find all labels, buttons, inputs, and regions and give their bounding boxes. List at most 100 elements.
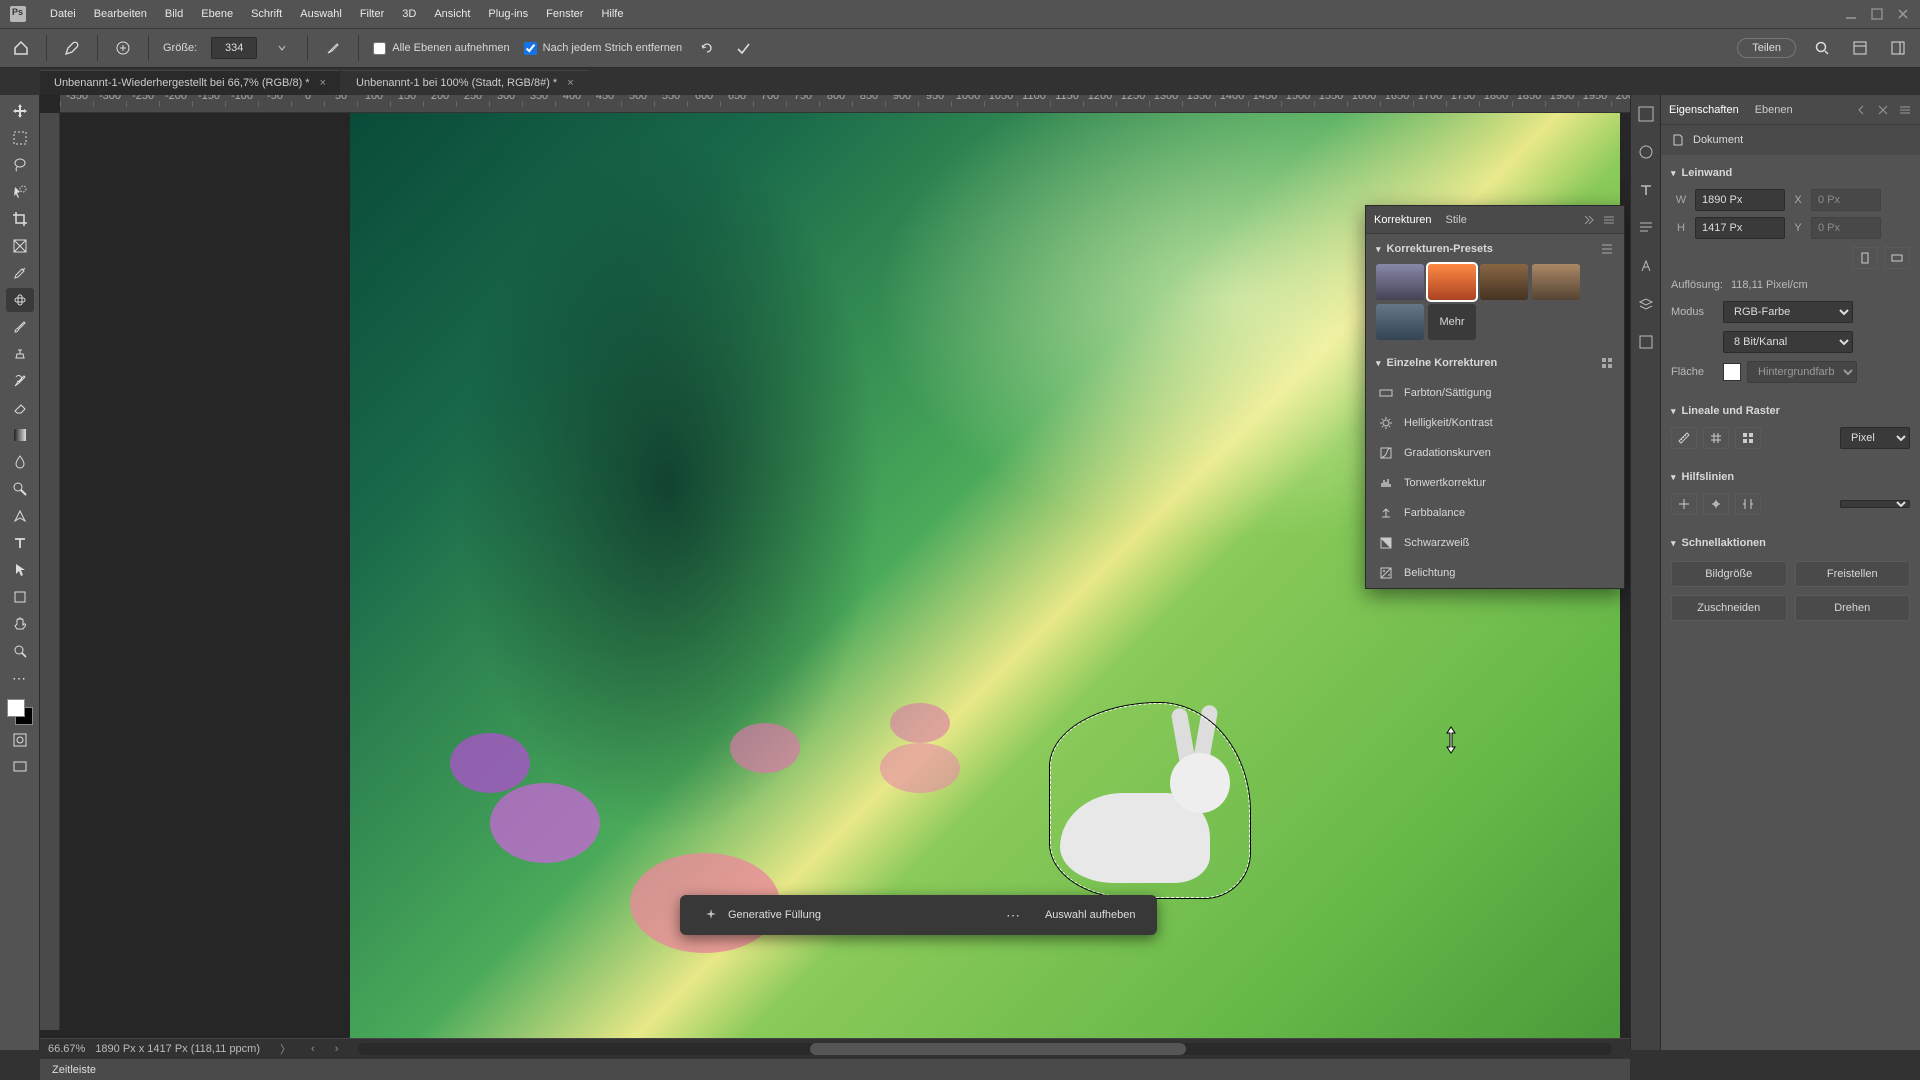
active-tool-icon[interactable] bbox=[61, 37, 83, 59]
ruler-unit-select[interactable]: Pixel bbox=[1840, 427, 1910, 449]
horizontal-ruler[interactable] bbox=[60, 95, 1630, 113]
fill-icon[interactable] bbox=[935, 906, 963, 924]
preset-thumb-5[interactable] bbox=[1376, 304, 1424, 340]
history-brush-tool-icon[interactable] bbox=[6, 369, 34, 393]
tab-eigenschaften[interactable]: Eigenschaften bbox=[1669, 104, 1739, 116]
window-close-icon[interactable] bbox=[1896, 7, 1910, 21]
menu-plugins[interactable]: Plug-ins bbox=[488, 8, 528, 20]
adj-levels[interactable]: Tonwertkorrektur bbox=[1366, 468, 1624, 498]
search-icon[interactable] bbox=[1810, 36, 1834, 60]
zoom-tool-icon[interactable] bbox=[6, 639, 34, 663]
preset-thumb-4[interactable] bbox=[1532, 264, 1580, 300]
collapsed-channels-icon[interactable] bbox=[1637, 333, 1655, 351]
size-dropdown-icon[interactable] bbox=[271, 37, 293, 59]
rotate-icon[interactable] bbox=[696, 37, 718, 59]
vertical-ruler[interactable] bbox=[40, 113, 60, 1030]
zoom-status[interactable]: 66.67% bbox=[48, 1043, 85, 1055]
share-button[interactable]: Teilen bbox=[1737, 38, 1796, 58]
adj-curves[interactable]: Gradationskurven bbox=[1366, 438, 1624, 468]
brush-select-icon[interactable] bbox=[839, 906, 867, 924]
pixel-grid-icon[interactable] bbox=[1735, 427, 1761, 449]
blur-tool-icon[interactable] bbox=[6, 450, 34, 474]
lasso-tool-icon[interactable] bbox=[6, 153, 34, 177]
pen-tool-icon[interactable] bbox=[6, 504, 34, 528]
collapsed-layers-icon[interactable] bbox=[1637, 295, 1655, 313]
guides-toggle-icon[interactable] bbox=[1671, 493, 1697, 515]
screen-mode-icon[interactable] bbox=[6, 755, 34, 779]
shape-tool-icon[interactable] bbox=[6, 585, 34, 609]
quick-trim[interactable]: Zuschneiden bbox=[1671, 595, 1787, 621]
clone-stamp-tool-icon[interactable] bbox=[6, 342, 34, 366]
panel-close-icon[interactable] bbox=[1876, 103, 1890, 117]
eraser-tool-icon[interactable] bbox=[6, 396, 34, 420]
crop-tool-icon[interactable] bbox=[6, 207, 34, 231]
quick-mask-icon[interactable] bbox=[6, 728, 34, 752]
adj-black-white[interactable]: Schwarzweiß bbox=[1366, 528, 1624, 558]
collapsed-swatches-icon[interactable] bbox=[1637, 143, 1655, 161]
menu-ansicht[interactable]: Ansicht bbox=[434, 8, 470, 20]
ruler-toggle-icon[interactable] bbox=[1671, 427, 1697, 449]
frame-tool-icon[interactable] bbox=[6, 234, 34, 258]
collapsed-color-icon[interactable] bbox=[1637, 105, 1655, 123]
tab-stile[interactable]: Stile bbox=[1445, 214, 1466, 226]
preset-thumb-2[interactable] bbox=[1428, 264, 1476, 300]
collapsed-glyphs-icon[interactable] bbox=[1637, 257, 1655, 275]
panel-collapse-icon[interactable] bbox=[1854, 103, 1868, 117]
adj-color-balance[interactable]: Farbbalance bbox=[1366, 498, 1624, 528]
commit-icon[interactable] bbox=[732, 37, 754, 59]
adjustments-icon[interactable] bbox=[967, 906, 995, 924]
panel-collapse-icon[interactable] bbox=[1580, 213, 1594, 227]
more-icon[interactable]: ⋯ bbox=[999, 906, 1027, 924]
tab-close-icon[interactable]: × bbox=[320, 77, 326, 89]
checkbox-all-layers[interactable]: Alle Ebenen aufnehmen bbox=[373, 42, 509, 55]
deselect-button[interactable]: Auswahl aufheben bbox=[1031, 901, 1150, 929]
timeline-tab[interactable]: Zeitleiste bbox=[40, 1058, 1630, 1080]
smart-guides-icon[interactable] bbox=[1703, 493, 1729, 515]
menu-auswahl[interactable]: Auswahl bbox=[300, 8, 342, 20]
tab-ebenen[interactable]: Ebenen bbox=[1755, 104, 1793, 116]
doc-info-dropdown-icon[interactable]: 〉 bbox=[280, 1041, 291, 1057]
orientation-landscape-icon[interactable] bbox=[1884, 247, 1910, 269]
menu-filter[interactable]: Filter bbox=[360, 8, 384, 20]
panel-menu-icon[interactable] bbox=[1602, 213, 1616, 227]
brush-add-icon[interactable] bbox=[112, 37, 134, 59]
section-quick-actions[interactable]: ▾Schnellaktionen bbox=[1671, 531, 1910, 555]
menu-hilfe[interactable]: Hilfe bbox=[601, 8, 623, 20]
tab-korrekturen[interactable]: Korrekturen bbox=[1374, 214, 1431, 226]
grid-view-icon[interactable] bbox=[1600, 356, 1614, 370]
section-leinwand[interactable]: ▾Leinwand bbox=[1671, 161, 1910, 185]
color-mode-select[interactable]: RGB-Farbe bbox=[1723, 301, 1853, 323]
home-button[interactable] bbox=[10, 37, 32, 59]
quick-image-size[interactable]: Bildgröße bbox=[1671, 561, 1787, 587]
preset-more-button[interactable]: Mehr bbox=[1428, 304, 1476, 340]
guide-style-select[interactable] bbox=[1840, 500, 1910, 508]
preset-thumb-3[interactable] bbox=[1480, 264, 1528, 300]
menu-datei[interactable]: Datei bbox=[50, 8, 76, 20]
brush-settings-icon[interactable] bbox=[322, 37, 344, 59]
tab-document-1[interactable]: Unbenannt-1-Wiederhergestellt bei 66,7% … bbox=[40, 70, 340, 95]
adj-brightness-contrast[interactable]: Helligkeit/Kontrast bbox=[1366, 408, 1624, 438]
nav-next-icon[interactable]: › bbox=[335, 1043, 339, 1055]
color-swatches[interactable] bbox=[7, 699, 33, 725]
workspace-icon[interactable] bbox=[1848, 36, 1872, 60]
list-view-icon[interactable] bbox=[1600, 242, 1614, 256]
collapsed-paragraph-icon[interactable] bbox=[1637, 219, 1655, 237]
horizontal-scrollbar[interactable] bbox=[358, 1043, 1612, 1055]
hand-tool-icon[interactable] bbox=[6, 612, 34, 636]
window-maximize-icon[interactable] bbox=[1870, 7, 1884, 21]
section-guides[interactable]: ▾Hilfslinien bbox=[1671, 465, 1910, 489]
dodge-tool-icon[interactable] bbox=[6, 477, 34, 501]
menu-3d[interactable]: 3D bbox=[402, 8, 416, 20]
mask-icon[interactable] bbox=[903, 906, 931, 924]
guide-layout-icon[interactable] bbox=[1735, 493, 1761, 515]
edit-toolbar-icon[interactable]: ⋯ bbox=[6, 666, 34, 690]
menu-bearbeiten[interactable]: Bearbeiten bbox=[94, 8, 147, 20]
preset-thumb-1[interactable] bbox=[1376, 264, 1424, 300]
tab-document-2[interactable]: Unbenannt-1 bei 100% (Stadt, RGB/8#) * × bbox=[342, 70, 588, 95]
menu-schrift[interactable]: Schrift bbox=[251, 8, 282, 20]
tab-close-icon[interactable]: × bbox=[567, 77, 573, 89]
path-select-tool-icon[interactable] bbox=[6, 558, 34, 582]
x-input[interactable] bbox=[1811, 189, 1881, 211]
size-input[interactable] bbox=[211, 37, 257, 59]
section-rulers[interactable]: ▾Lineale und Raster bbox=[1671, 399, 1910, 423]
